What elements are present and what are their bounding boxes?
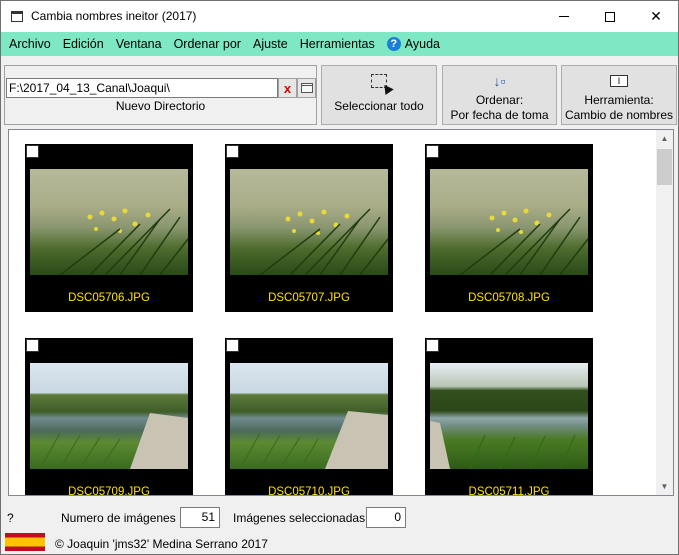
thumbnail-checkbox[interactable] [226, 145, 239, 158]
iris-photo-icon [459, 208, 588, 275]
thumbnail-filename: DSC05709.JPG [68, 486, 150, 496]
help-icon[interactable]: ? [386, 37, 401, 51]
canal-photo-icon [239, 411, 388, 469]
thumbnail-card[interactable]: DSC05710.JPG [225, 338, 393, 496]
scrollbar-thumb[interactable] [657, 149, 672, 185]
browse-folder-button[interactable] [297, 78, 316, 98]
sort-order-title: Ordenar: [475, 93, 524, 107]
tool-title: Herramienta: [584, 93, 654, 107]
minimize-icon [559, 16, 569, 17]
menu-ventana[interactable]: Ventana [110, 32, 168, 56]
image-count-field: 51 [180, 507, 220, 528]
thumbnail-checkbox[interactable] [226, 339, 239, 352]
select-all-label: Seleccionar todo [334, 99, 424, 113]
thumbnail-image [230, 363, 388, 469]
thumbnail-filename: DSC05710.JPG [268, 486, 350, 496]
thumbnail-card[interactable]: DSC05706.JPG [25, 144, 193, 312]
folder-icon [300, 83, 313, 93]
thumbnail-image [30, 363, 188, 469]
app-window: Cambia nombres ineitor (2017) ✕ Archivo … [0, 0, 679, 555]
menu-archivo[interactable]: Archivo [3, 32, 57, 56]
directory-path-input[interactable] [6, 78, 278, 98]
new-directory-label[interactable]: Nuevo Directorio [5, 99, 316, 113]
menu-ayuda[interactable]: Ayuda [403, 32, 446, 56]
thumbnail-filename: DSC05707.JPG [268, 292, 350, 304]
scroll-down-icon[interactable]: ▼ [656, 478, 673, 495]
thumbnail-filename: DSC05708.JPG [468, 292, 550, 304]
close-button[interactable]: ✕ [633, 1, 679, 32]
thumbnail-checkbox[interactable] [26, 339, 39, 352]
directory-panel: x Nuevo Directorio [4, 65, 317, 125]
window-title: Cambia nombres ineitor (2017) [31, 9, 197, 23]
sort-order-value: Por fecha de toma [450, 108, 549, 122]
scroll-up-icon[interactable]: ▲ [656, 130, 673, 147]
canal-photo-icon [430, 421, 576, 469]
gallery-scrollbar[interactable]: ▲ ▼ [656, 130, 673, 495]
maximize-icon [605, 11, 615, 22]
sort-icon: ↓▫ [493, 72, 506, 89]
rename-tool-icon: I [610, 75, 628, 87]
thumbnail-filename: DSC05711.JPG [468, 486, 550, 496]
clear-directory-button[interactable]: x [278, 78, 297, 98]
iris-photo-icon [59, 208, 188, 275]
minimize-button[interactable] [541, 1, 587, 32]
status-help-text: ? [7, 511, 14, 525]
image-count-label: Numero de imágenes [61, 511, 176, 525]
spain-flag-icon [5, 533, 45, 551]
sort-order-button[interactable]: ↓▫ Ordenar: Por fecha de toma [442, 65, 557, 125]
thumbnail-checkbox[interactable] [26, 145, 39, 158]
copyright-text: © Joaquin 'jms32' Medina Serrano 2017 [55, 537, 268, 551]
iris-photo-icon [259, 208, 388, 275]
menu-edicion[interactable]: Edición [57, 32, 110, 56]
selected-count-field: 0 [366, 507, 406, 528]
canal-photo-icon [39, 413, 188, 469]
tool-button[interactable]: I Herramienta: Cambio de nombres [561, 65, 677, 125]
title-bar[interactable]: Cambia nombres ineitor (2017) ✕ [1, 1, 678, 32]
selected-count-label: Imágenes seleccionadas [233, 511, 366, 525]
thumbnail-card[interactable]: DSC05708.JPG [425, 144, 593, 312]
clear-x-icon: x [283, 80, 292, 96]
thumbnail-checkbox[interactable] [426, 145, 439, 158]
menu-ajuste[interactable]: Ajuste [247, 32, 294, 56]
thumbnail-card[interactable]: DSC05707.JPG [225, 144, 393, 312]
thumbnail-card[interactable]: DSC05709.JPG [25, 338, 193, 496]
image-gallery[interactable]: DSC05706.JPG DSC05707.JPG DSC05708.JPG D… [8, 129, 674, 496]
thumbnail-image [430, 169, 588, 275]
menu-ordenar-por[interactable]: Ordenar por [168, 32, 247, 56]
select-all-icon [371, 74, 387, 88]
thumbnail-card[interactable]: DSC05711.JPG [425, 338, 593, 496]
thumbnail-filename: DSC05706.JPG [68, 292, 150, 304]
menu-herramientas[interactable]: Herramientas [294, 32, 381, 56]
maximize-button[interactable] [587, 1, 633, 32]
tool-value: Cambio de nombres [564, 108, 674, 122]
menu-bar: Archivo Edición Ventana Ordenar por Ajus… [1, 32, 678, 56]
thumbnail-checkbox[interactable] [426, 339, 439, 352]
thumbnail-image [230, 169, 388, 275]
thumbnail-image [430, 363, 588, 469]
app-window-icon [11, 11, 23, 22]
thumbnail-image [30, 169, 188, 275]
select-all-button[interactable]: Seleccionar todo [321, 65, 437, 125]
close-icon: ✕ [650, 8, 662, 24]
